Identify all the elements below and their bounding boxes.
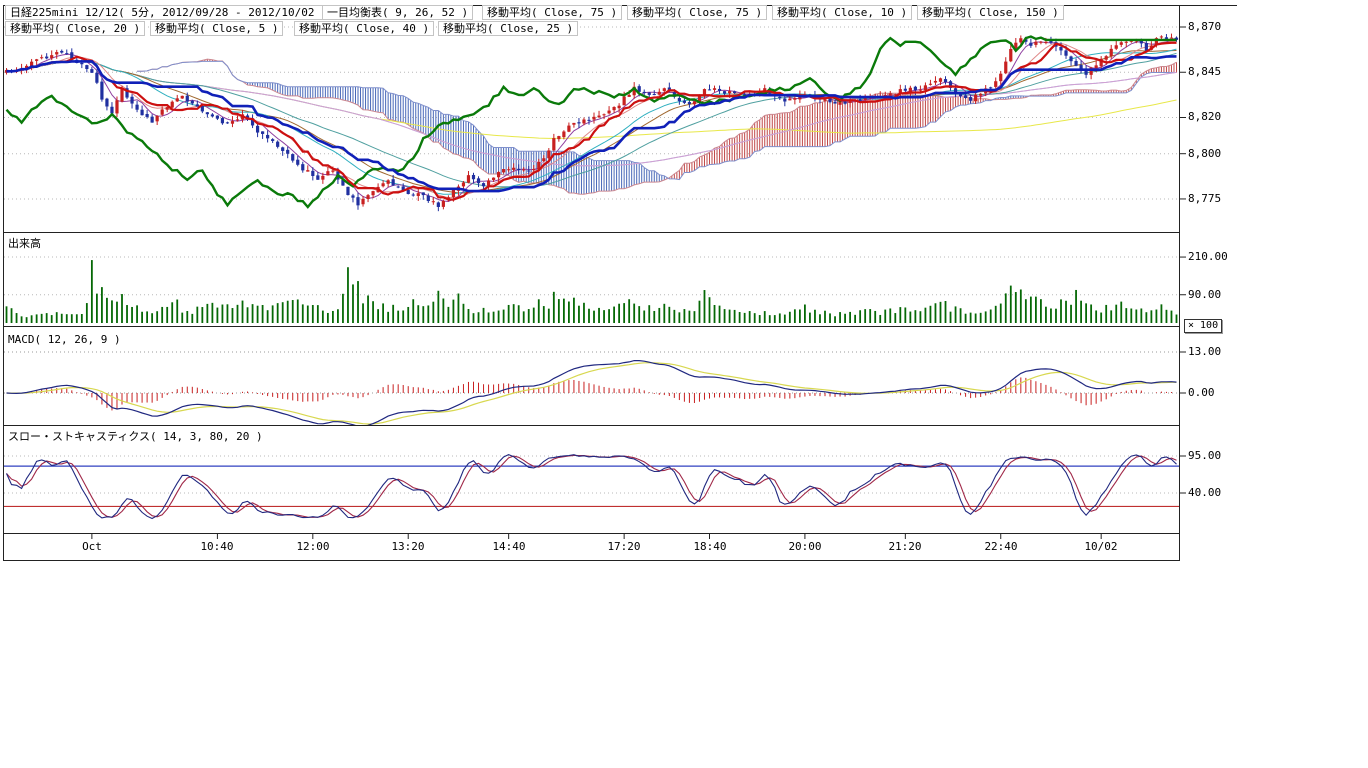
time-axis-label: 10:40 bbox=[192, 541, 242, 553]
volume-panel-title: 出来高 bbox=[8, 238, 41, 250]
chart-canvas[interactable] bbox=[0, 0, 1368, 768]
ma75-indicator-button[interactable]: 移動平均( Close, 75 ) bbox=[482, 5, 622, 20]
time-axis-label: 10/02 bbox=[1076, 541, 1126, 553]
stochastics-axis-label: 95.00 bbox=[1188, 450, 1221, 462]
time-axis-label: 18:40 bbox=[685, 541, 735, 553]
time-axis-label: Oct bbox=[67, 541, 117, 553]
time-axis-label: 20:00 bbox=[780, 541, 830, 553]
time-axis-label: 21:20 bbox=[880, 541, 930, 553]
ma75b-indicator-button[interactable]: 移動平均( Close, 75 ) bbox=[627, 5, 767, 20]
time-axis-label: 17:20 bbox=[599, 541, 649, 553]
stochastics-axis-label: 40.00 bbox=[1188, 487, 1221, 499]
chart-title-button[interactable]: 日経225mini 12/12( 5分, 2012/09/28 - 2012/1… bbox=[5, 5, 333, 20]
ma20-indicator-button[interactable]: 移動平均( Close, 20 ) bbox=[5, 21, 145, 36]
volume-unit-badge[interactable]: × 100 bbox=[1184, 319, 1222, 333]
volume-axis-label: 90.00 bbox=[1188, 289, 1221, 301]
stochastics-panel-title: スロー・ストキャスティクス( 14, 3, 80, 20 ) bbox=[8, 431, 263, 443]
ichimoku-indicator-button[interactable]: 一目均衡表( 9, 26, 52 ) bbox=[322, 5, 473, 20]
ma40-indicator-button[interactable]: 移動平均( Close, 40 ) bbox=[294, 21, 434, 36]
ma150-indicator-button[interactable]: 移動平均( Close, 150 ) bbox=[917, 5, 1064, 20]
ma25-indicator-button[interactable]: 移動平均( Close, 25 ) bbox=[438, 21, 578, 36]
ma10-indicator-button[interactable]: 移動平均( Close, 10 ) bbox=[772, 5, 912, 20]
price-axis-label: 8,870 bbox=[1188, 21, 1221, 33]
volume-axis-label: 210.00 bbox=[1188, 251, 1228, 263]
macd-axis-label: 0.00 bbox=[1188, 387, 1215, 399]
price-axis-label: 8,845 bbox=[1188, 66, 1221, 78]
price-axis-label: 8,775 bbox=[1188, 193, 1221, 205]
macd-panel-title: MACD( 12, 26, 9 ) bbox=[8, 334, 121, 346]
time-axis-label: 12:00 bbox=[288, 541, 338, 553]
ma5-indicator-button[interactable]: 移動平均( Close, 5 ) bbox=[150, 21, 283, 36]
time-axis-label: 13:20 bbox=[383, 541, 433, 553]
volume-unit-text: × 100 bbox=[1188, 320, 1218, 331]
time-axis-label: 22:40 bbox=[976, 541, 1026, 553]
charting-app-window: 日経225mini 12/12( 5分, 2012/09/28 - 2012/1… bbox=[0, 0, 1368, 768]
price-axis-label: 8,800 bbox=[1188, 148, 1221, 160]
price-axis-label: 8,820 bbox=[1188, 111, 1221, 123]
time-axis-label: 14:40 bbox=[484, 541, 534, 553]
macd-axis-label: 13.00 bbox=[1188, 346, 1221, 358]
